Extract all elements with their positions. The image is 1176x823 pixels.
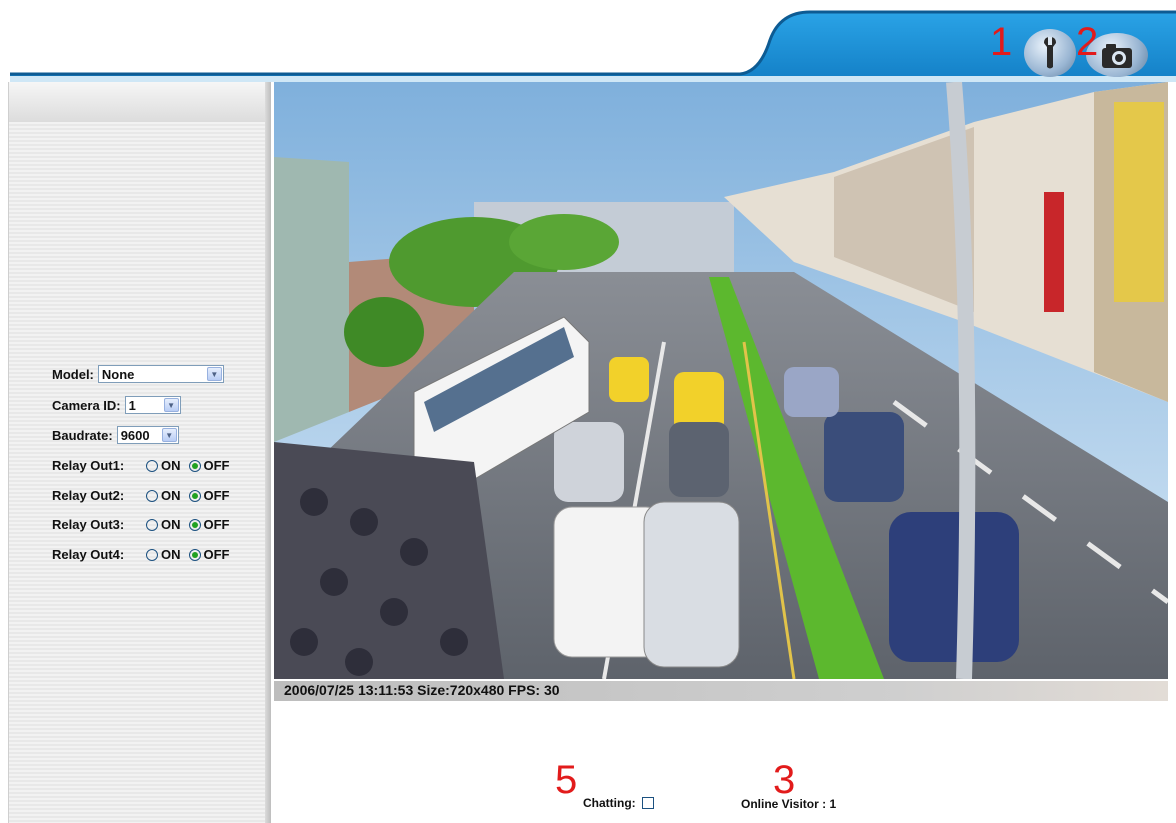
relay-row-2: Relay Out2: ON OFF bbox=[52, 488, 230, 503]
relay-label: Relay Out4: bbox=[52, 547, 125, 562]
chevron-down-icon: ▼ bbox=[206, 367, 222, 381]
online-visitor-count: Online Visitor : 1 bbox=[741, 797, 837, 811]
model-row: Model: None ▼ bbox=[52, 365, 224, 383]
relay-4-on-radio[interactable]: ON bbox=[146, 547, 181, 562]
relay-label: Relay Out1: bbox=[52, 458, 125, 473]
chatting-label: Chatting: bbox=[583, 796, 636, 810]
baudrate-label: Baudrate: bbox=[52, 427, 113, 443]
camera-image bbox=[274, 82, 1168, 679]
control-panel bbox=[8, 82, 271, 823]
relay-1-on-radio[interactable]: ON bbox=[146, 458, 181, 473]
camera-id-row: Camera ID: 1 ▼ bbox=[52, 396, 181, 414]
annotation-3: 3 bbox=[773, 758, 796, 802]
chatting-control: Chatting: bbox=[583, 796, 654, 810]
annotation-5: 5 bbox=[555, 758, 578, 802]
annotation-2: 2 bbox=[1076, 20, 1099, 64]
chevron-down-icon: ▼ bbox=[163, 398, 179, 412]
relay-label: Relay Out2: bbox=[52, 488, 125, 503]
relay-1-off-radio[interactable]: OFF bbox=[188, 458, 230, 473]
chevron-down-icon: ▼ bbox=[161, 428, 177, 442]
model-select[interactable]: None ▼ bbox=[97, 365, 224, 383]
relay-row-1: Relay Out1: ON OFF bbox=[52, 458, 230, 473]
relay-2-on-radio[interactable]: ON bbox=[146, 488, 181, 503]
video-status-text: 2006/07/25 13:11:53 Size:720x480 FPS: 30 bbox=[284, 682, 560, 698]
camera-id-label: Camera ID: bbox=[52, 397, 121, 413]
wrench-icon bbox=[1044, 37, 1056, 69]
baudrate-select[interactable]: 9600 ▼ bbox=[116, 426, 179, 444]
relay-4-off-radio[interactable]: OFF bbox=[188, 547, 230, 562]
relay-row-3: Relay Out3: ON OFF bbox=[52, 517, 230, 532]
model-label: Model: bbox=[52, 366, 94, 382]
relay-row-4: Relay Out4: ON OFF bbox=[52, 547, 230, 562]
settings-button[interactable] bbox=[1024, 29, 1076, 77]
chatting-checkbox[interactable] bbox=[641, 797, 654, 809]
relay-label: Relay Out3: bbox=[52, 517, 125, 532]
annotation-1: 1 bbox=[990, 20, 1013, 64]
relay-3-off-radio[interactable]: OFF bbox=[188, 517, 230, 532]
video-feed[interactable] bbox=[274, 82, 1168, 679]
relay-2-off-radio[interactable]: OFF bbox=[188, 488, 230, 503]
relay-3-on-radio[interactable]: ON bbox=[146, 517, 181, 532]
camera-id-select[interactable]: 1 ▼ bbox=[124, 396, 181, 414]
baudrate-row: Baudrate: 9600 ▼ bbox=[52, 426, 179, 444]
video-status-bar: 2006/07/25 13:11:53 Size:720x480 FPS: 30 bbox=[274, 681, 1168, 701]
